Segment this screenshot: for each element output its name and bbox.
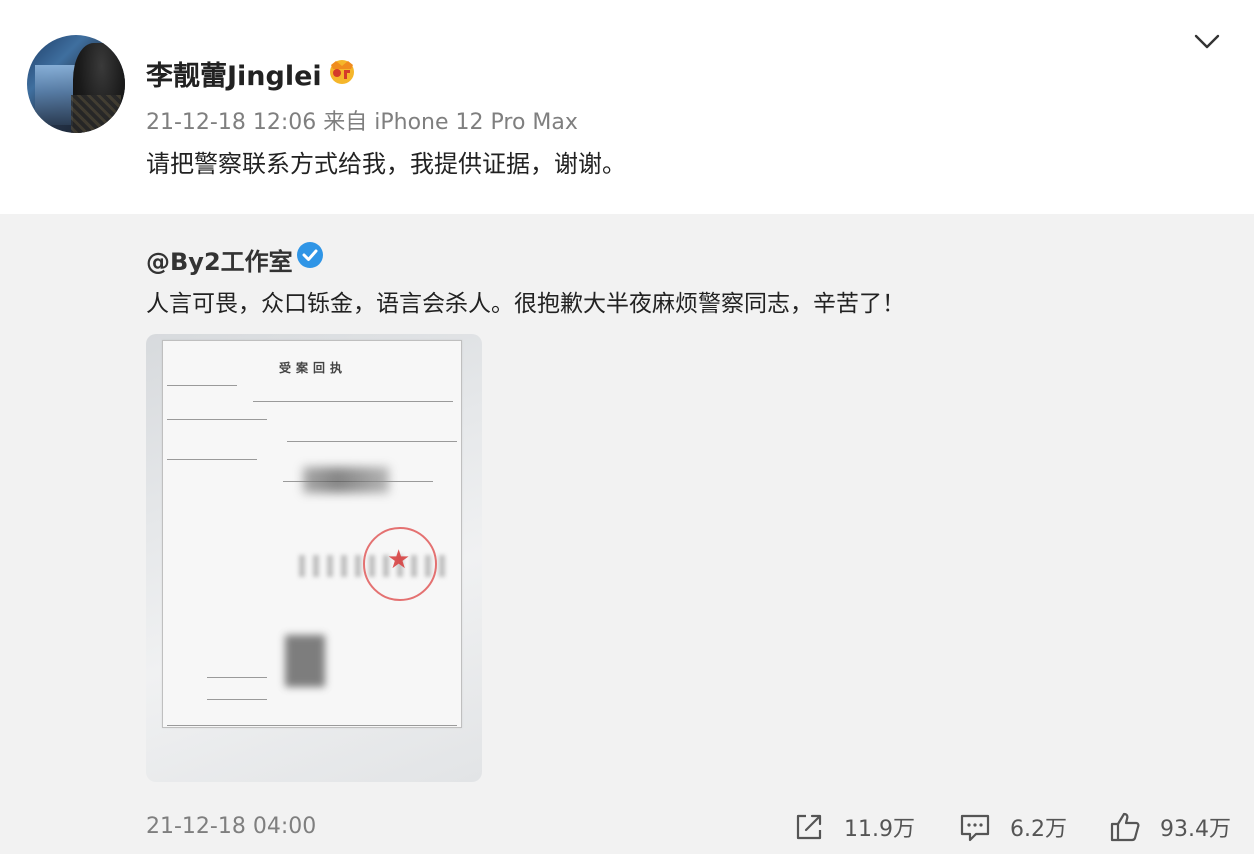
chevron-down-icon[interactable] bbox=[1192, 30, 1222, 52]
document-title: 受案回执 bbox=[279, 361, 348, 375]
verified-badge-icon bbox=[297, 242, 323, 268]
comment-icon bbox=[960, 814, 990, 842]
thumbs-up-icon bbox=[1110, 812, 1140, 842]
repost-timestamp[interactable]: 21-12-18 04:00 bbox=[146, 814, 316, 839]
comment-count: 6.2万 bbox=[1010, 817, 1067, 842]
comment-button[interactable]: 6.2万 bbox=[958, 810, 1067, 844]
repost-username[interactable]: @By2工作室 bbox=[146, 242, 293, 277]
post-timestamp[interactable]: 21-12-18 12:06 bbox=[146, 110, 316, 135]
post-content: 请把警察联系方式给我，我提供证据，谢谢。 bbox=[146, 150, 626, 178]
original-post: 李靓蕾Jinglei 21-12-18 12:06 来自 iPhone 12 P… bbox=[0, 0, 1254, 214]
repost-button[interactable]: 11.9万 bbox=[792, 810, 915, 844]
like-button[interactable]: 93.4万 bbox=[1108, 810, 1231, 844]
police-seal-icon bbox=[363, 527, 437, 601]
repost-count: 11.9万 bbox=[844, 817, 915, 842]
document-sheet: 受案回执 bbox=[162, 340, 462, 728]
reposted-post: @By2工作室 人言可畏，众口铄金，语言会杀人。很抱歉大半夜麻烦警察同志，辛苦了… bbox=[0, 214, 1254, 854]
vip-crown-icon bbox=[330, 60, 354, 84]
avatar[interactable] bbox=[27, 35, 125, 133]
share-icon bbox=[796, 814, 822, 840]
post-username[interactable]: 李靓蕾Jinglei bbox=[146, 54, 322, 93]
like-count: 93.4万 bbox=[1160, 817, 1231, 842]
repost-content: 人言可畏，众口铄金，语言会杀人。很抱歉大半夜麻烦警察同志，辛苦了！ bbox=[146, 291, 905, 317]
post-source: 来自 iPhone 12 Pro Max bbox=[323, 110, 578, 135]
post-meta: 21-12-18 12:06 来自 iPhone 12 Pro Max bbox=[146, 104, 578, 136]
attached-document-image[interactable]: 受案回执 bbox=[146, 334, 482, 782]
